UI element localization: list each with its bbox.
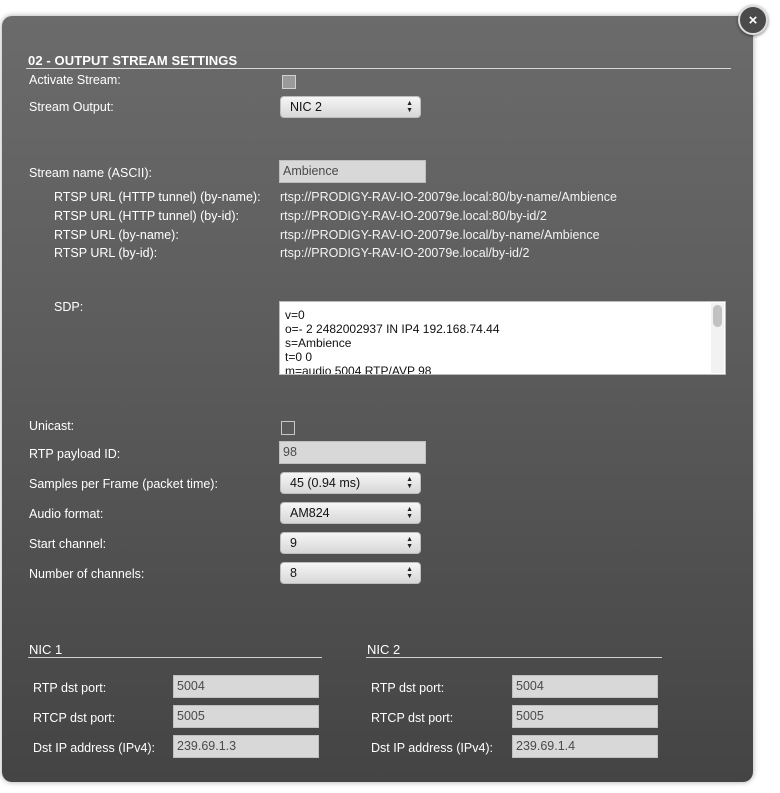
sdp-textarea[interactable]: v=0 o=- 2 2482002937 IN IP4 192.168.74.4… bbox=[279, 301, 726, 375]
nic2-rtcp-input[interactable]: 5005 bbox=[512, 705, 658, 728]
output-stream-dialog: 02 - OUTPUT STREAM SETTINGS Activate Str… bbox=[2, 16, 753, 782]
nic2-heading: NIC 2 bbox=[367, 642, 401, 657]
nic1-rtcp-label: RTCP dst port: bbox=[33, 711, 116, 725]
nic1-heading: NIC 1 bbox=[29, 642, 63, 657]
url-value: rtsp://PRODIGY-RAV-IO-20079e.local:80/by… bbox=[280, 209, 547, 223]
activate-stream-checkbox[interactable] bbox=[282, 75, 296, 89]
updown-arrows-icon: ▲ ▼ bbox=[406, 100, 413, 114]
samples-per-frame-value: 45 (0.94 ms) bbox=[290, 476, 361, 490]
url-value: rtsp://PRODIGY-RAV-IO-20079e.local:80/by… bbox=[280, 190, 617, 204]
nic2-divider bbox=[366, 657, 662, 658]
audio-format-select[interactable]: AM824 ▲ ▼ bbox=[280, 502, 421, 524]
nic1-ip-input[interactable]: 239.69.1.3 bbox=[173, 735, 319, 758]
updown-arrows-icon: ▲ ▼ bbox=[406, 566, 413, 580]
nic1-rtp-input[interactable]: 5004 bbox=[173, 675, 319, 698]
url-value: rtsp://PRODIGY-RAV-IO-20079e.local/by-na… bbox=[280, 228, 600, 242]
payload-id-input[interactable]: 98 bbox=[279, 441, 426, 464]
start-channel-value: 9 bbox=[290, 536, 297, 550]
nic2-rtp-input[interactable]: 5004 bbox=[512, 675, 658, 698]
title-divider bbox=[26, 68, 731, 69]
nic1-rtp-label: RTP dst port: bbox=[33, 681, 107, 695]
close-icon[interactable]: × bbox=[738, 5, 768, 35]
dialog-title: 02 - OUTPUT STREAM SETTINGS bbox=[28, 53, 238, 68]
stream-name-label: Stream name (ASCII): bbox=[29, 166, 152, 180]
nic1-ip-label: Dst IP address (IPv4): bbox=[33, 741, 156, 755]
sdp-line: v=0 bbox=[285, 308, 305, 322]
unicast-checkbox[interactable] bbox=[281, 421, 295, 435]
sdp-line: m=audio 5004 RTP/AVP 98 bbox=[285, 364, 432, 375]
updown-arrows-icon: ▲ ▼ bbox=[406, 536, 413, 550]
activate-stream-label: Activate Stream: bbox=[29, 73, 121, 87]
url-label: RTSP URL (HTTP tunnel) (by-name): bbox=[54, 190, 261, 204]
sdp-line: t=0 0 bbox=[285, 350, 313, 364]
nic1-divider bbox=[28, 657, 322, 658]
sdp-line: o=- 2 2482002937 IN IP4 192.168.74.44 bbox=[285, 322, 500, 336]
start-channel-label: Start channel: bbox=[29, 537, 107, 551]
nic2-rtcp-label: RTCP dst port: bbox=[371, 711, 454, 725]
updown-arrows-icon: ▲ ▼ bbox=[406, 476, 413, 490]
channel-count-select[interactable]: 8 ▲ ▼ bbox=[280, 562, 421, 584]
audio-format-label: Audio format: bbox=[29, 507, 104, 521]
nic2-ip-label: Dst IP address (IPv4): bbox=[371, 741, 494, 755]
channel-count-value: 8 bbox=[290, 566, 297, 580]
audio-format-value: AM824 bbox=[290, 506, 330, 520]
url-label: RTSP URL (by-id): bbox=[54, 246, 158, 260]
url-label: RTSP URL (by-name): bbox=[54, 228, 179, 242]
payload-id-label: RTP payload ID: bbox=[29, 447, 121, 461]
updown-arrows-icon: ▲ ▼ bbox=[406, 506, 413, 520]
start-channel-select[interactable]: 9 ▲ ▼ bbox=[280, 532, 421, 554]
unicast-label: Unicast: bbox=[29, 419, 75, 433]
url-value: rtsp://PRODIGY-RAV-IO-20079e.local/by-id… bbox=[280, 246, 530, 260]
stream-name-input[interactable]: Ambience bbox=[279, 160, 426, 183]
stream-output-select[interactable]: NIC 2 ▲ ▼ bbox=[280, 96, 421, 118]
nic2-ip-input[interactable]: 239.69.1.4 bbox=[512, 735, 658, 758]
nic1-rtcp-input[interactable]: 5005 bbox=[173, 705, 319, 728]
nic2-rtp-label: RTP dst port: bbox=[371, 681, 445, 695]
stream-output-label: Stream Output: bbox=[29, 100, 114, 114]
stream-output-value: NIC 2 bbox=[290, 100, 322, 114]
sdp-scrollbar-thumb[interactable] bbox=[713, 305, 722, 327]
samples-per-frame-select[interactable]: 45 (0.94 ms) ▲ ▼ bbox=[280, 472, 421, 494]
samples-per-frame-label: Samples per Frame (packet time): bbox=[29, 477, 218, 491]
sdp-line: s=Ambience bbox=[285, 336, 352, 350]
channel-count-label: Number of channels: bbox=[29, 567, 145, 581]
url-label: RTSP URL (HTTP tunnel) (by-id): bbox=[54, 209, 240, 223]
sdp-label: SDP: bbox=[54, 300, 84, 314]
